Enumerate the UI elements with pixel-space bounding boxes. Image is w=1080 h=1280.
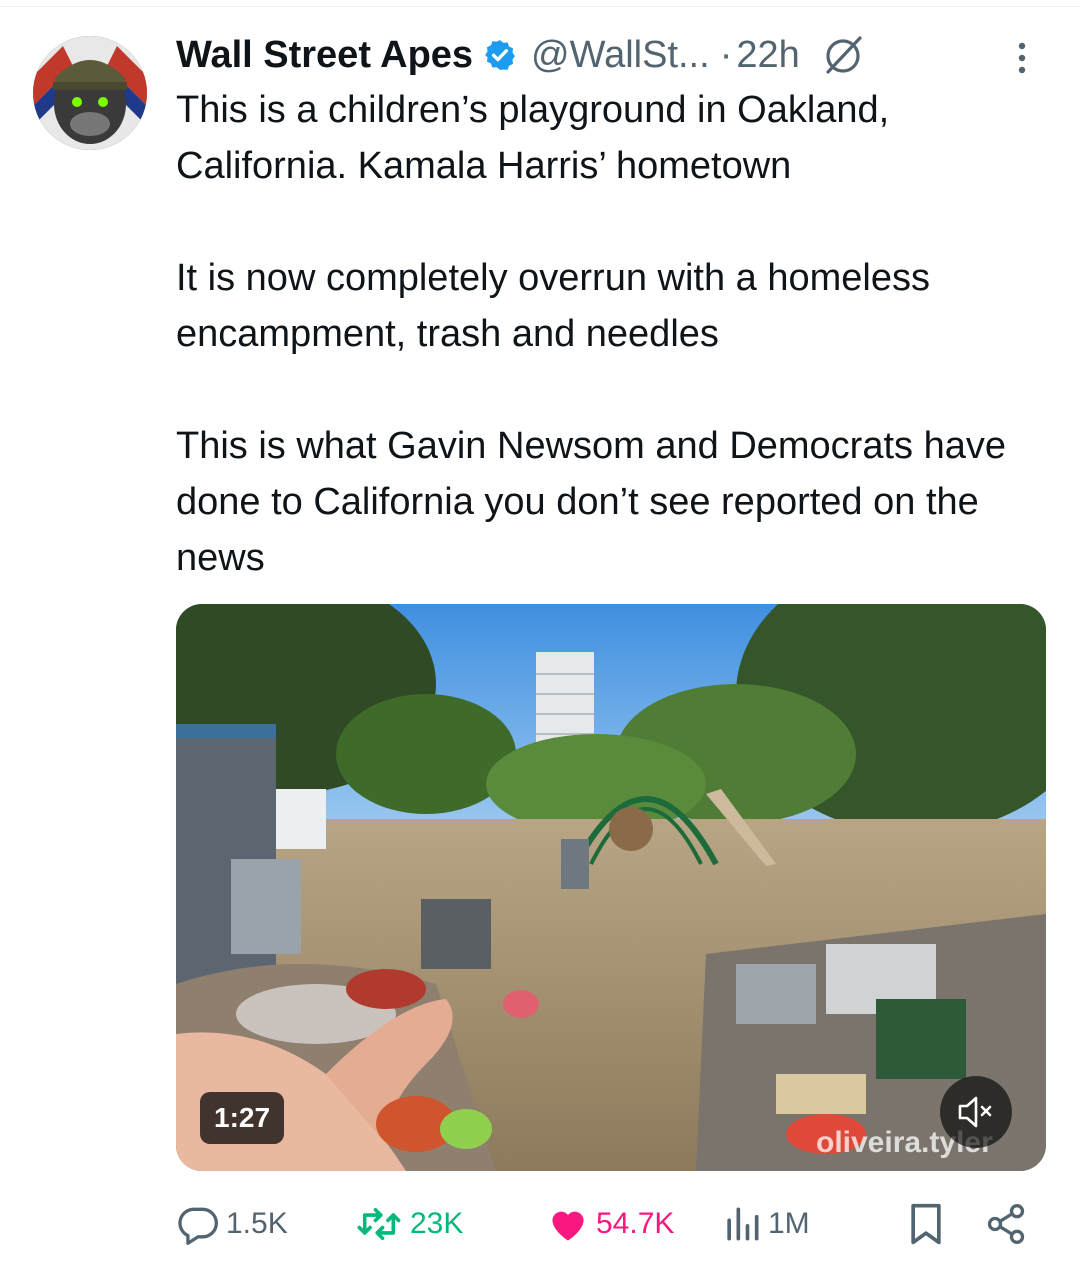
view-count: 1M [768,1207,810,1240]
handle[interactable]: @WallSt... [531,34,710,77]
verified-badge-icon [483,38,517,72]
display-name[interactable]: Wall Street Apes [176,34,473,77]
like-button[interactable]: 54.7K [546,1196,674,1252]
share-icon [987,1204,1025,1244]
speaker-muted-icon[interactable] [940,1076,1012,1148]
repost-button[interactable]: 23K [354,1196,463,1252]
views-button[interactable]: 1M [722,1196,810,1252]
reply-count: 1.5K [226,1207,288,1240]
tweet-header: Wall Street Apes @WallSt... · 22h [176,30,866,80]
views-icon [727,1207,759,1241]
like-count: 54.7K [596,1207,675,1240]
separator: · [719,33,733,76]
repost-icon [357,1207,401,1241]
tweet-actions: 1.5K 23K 54.7K 1M [0,1196,1080,1252]
grok-icon[interactable] [820,32,866,78]
heart-icon [552,1211,584,1241]
video-thumbnail [176,604,1046,1171]
video-player[interactable]: 1:27 oliveira.tyler [176,604,1046,1171]
tweet-text: This is a children’s playground in Oakla… [176,82,1056,586]
reply-icon [178,1207,218,1245]
video-duration: 1:27 [200,1092,285,1144]
repost-count: 23K [410,1207,464,1240]
share-button[interactable] [984,1202,1028,1251]
tweet-paragraph-1: This is a children’s playground in Oakla… [176,89,890,187]
top-divider [0,6,1080,7]
bookmark-icon [911,1203,941,1245]
tweet-paragraph-2: It is now completely overrun with a home… [176,257,930,355]
bookmark-button[interactable] [906,1202,946,1251]
tweet-paragraph-3: This is what Gavin Newsom and Democrats … [176,425,1006,579]
reply-button[interactable]: 1.5K [176,1196,288,1252]
timestamp[interactable]: 22h [736,34,799,77]
avatar[interactable] [33,36,147,150]
more-vertical-icon[interactable] [1010,40,1034,80]
